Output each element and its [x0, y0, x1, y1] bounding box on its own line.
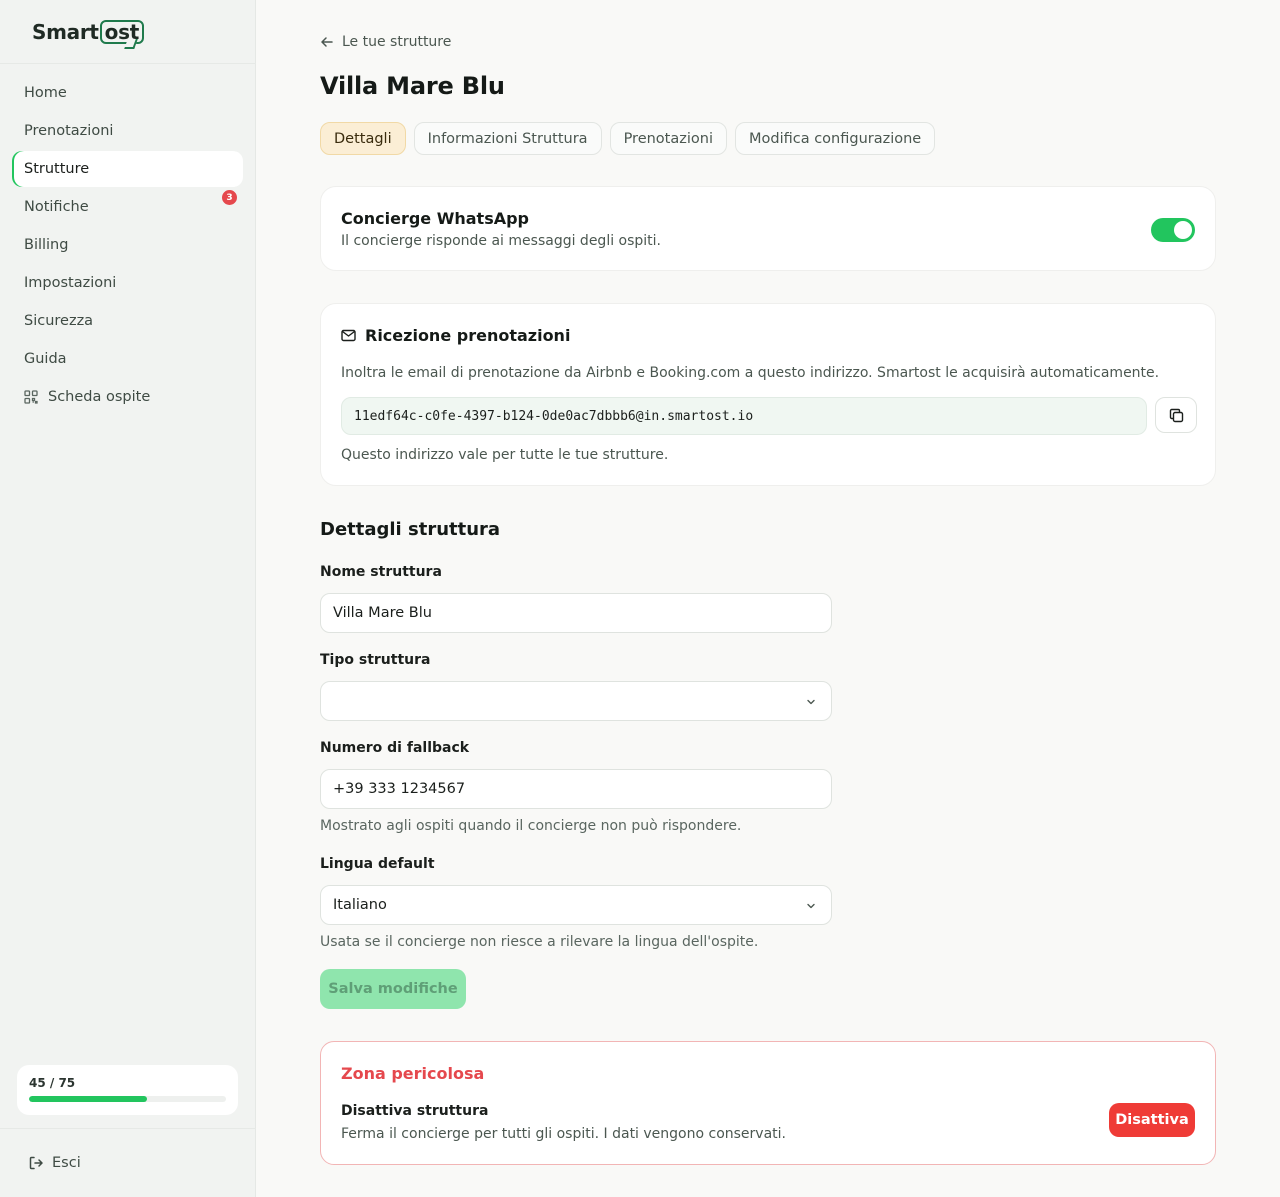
sidebar-item-label: Home — [24, 85, 67, 101]
fallback-field-label: Numero di fallback — [320, 740, 470, 756]
sidebar-item-impostazioni[interactable]: Impostazioni — [12, 265, 243, 301]
whatsapp-concierge-toggle[interactable] — [1151, 218, 1195, 242]
logo-bubble: ost — [99, 20, 144, 44]
language-field-label: Lingua default — [320, 856, 435, 872]
type-field-label: Tipo struttura — [320, 652, 431, 668]
sidebar-item-scheda-ospite[interactable]: Scheda ospite — [12, 379, 243, 415]
sidebar-item-label: Strutture — [24, 161, 90, 177]
whatsapp-card-title: Concierge WhatsApp — [341, 209, 530, 228]
usage-label: 45 / 75 — [29, 1076, 76, 1090]
toggle-knob — [1174, 221, 1192, 239]
logo-text-suffix: ost — [104, 20, 140, 44]
sidebar-item-notifiche[interactable]: Notifiche 3 — [12, 189, 243, 225]
logout-label: Esci — [52, 1155, 81, 1171]
sidebar-item-label: Scheda ospite — [48, 389, 151, 405]
booking-email-address[interactable]: 11edf64c-c0fe-4397-b124-0de0ac7dbbb6@in.… — [341, 397, 1147, 435]
chevron-down-icon — [807, 699, 815, 705]
whatsapp-card-subtitle: Il concierge risponde ai messaggi degli … — [341, 233, 662, 249]
tab-modifica-configurazione[interactable]: Modifica configurazione — [734, 122, 936, 155]
booking-email-description: Inoltra le email di prenotazione da Airb… — [341, 365, 1160, 381]
divider — [0, 1128, 256, 1129]
default-language-value: Italiano — [333, 897, 387, 913]
sidebar-item-strutture[interactable]: Strutture — [12, 151, 243, 187]
default-language-select[interactable]: Italiano — [320, 885, 832, 925]
usage-progress-track — [29, 1096, 226, 1102]
deactivate-button[interactable]: Disattiva — [1109, 1103, 1195, 1137]
tab-prenotazioni[interactable]: Prenotazioni — [609, 122, 727, 155]
sidebar: Smart ost Home Prenotazioni Strutture Not… — [0, 0, 256, 1197]
logout-icon — [29, 1156, 43, 1170]
logo[interactable]: Smart ost — [32, 18, 144, 46]
chevron-down-icon — [807, 903, 815, 909]
mail-icon — [341, 329, 356, 342]
copy-address-button[interactable] — [1155, 397, 1197, 433]
notification-count-badge: 3 — [222, 190, 237, 205]
sidebar-item-label: Notifiche — [24, 199, 89, 215]
name-field-label: Nome struttura — [320, 564, 442, 580]
sidebar-nav: Home Prenotazioni Strutture Notifiche 3 B… — [12, 75, 243, 417]
sidebar-item-label: Sicurezza — [24, 313, 94, 329]
divider — [0, 63, 256, 64]
qr-code-icon — [24, 390, 38, 404]
fallback-hint: Mostrato agli ospiti quando il concierge… — [320, 818, 742, 834]
usage-meter: 45 / 75 — [17, 1065, 238, 1115]
arrow-left-icon — [321, 37, 333, 47]
tab-dettagli[interactable]: Dettagli — [320, 122, 406, 155]
back-link[interactable]: Le tue strutture — [320, 32, 451, 52]
booking-email-title: Ricezione prenotazioni — [365, 326, 571, 345]
deactivate-title: Disattiva struttura — [341, 1103, 489, 1119]
booking-email-card: Ricezione prenotazioni Inoltra le email … — [320, 303, 1216, 486]
tab-bar: Dettagli Informazioni Struttura Prenotaz… — [320, 122, 936, 155]
tab-informazioni-struttura[interactable]: Informazioni Struttura — [413, 122, 602, 155]
fallback-number-input[interactable]: +39 333 1234567 — [320, 769, 832, 809]
structure-type-select[interactable] — [320, 681, 832, 721]
sidebar-item-label: Billing — [24, 237, 69, 253]
copy-icon — [1169, 408, 1183, 422]
sidebar-item-guida[interactable]: Guida — [12, 341, 243, 377]
page-title: Villa Mare Blu — [320, 72, 505, 100]
logout-button[interactable]: Esci — [28, 1150, 81, 1176]
sidebar-item-prenotazioni[interactable]: Prenotazioni — [12, 113, 243, 149]
save-changes-button[interactable]: Salva modifiche — [320, 969, 466, 1009]
booking-email-header: Ricezione prenotazioni — [341, 326, 570, 345]
sidebar-item-label: Prenotazioni — [24, 123, 114, 139]
danger-zone-title: Zona pericolosa — [341, 1064, 485, 1083]
sidebar-item-home[interactable]: Home — [12, 75, 243, 111]
logo-text-prefix: Smart — [32, 20, 99, 44]
language-hint: Usata se il concierge non riesce a rilev… — [320, 934, 759, 950]
back-link-label: Le tue strutture — [342, 34, 452, 50]
booking-email-note: Questo indirizzo vale per tutte le tue s… — [341, 447, 669, 463]
sidebar-item-sicurezza[interactable]: Sicurezza — [12, 303, 243, 339]
sidebar-item-label: Impostazioni — [24, 275, 117, 291]
sidebar-item-label: Guida — [24, 351, 67, 367]
usage-progress-fill — [29, 1096, 148, 1102]
structure-name-input[interactable]: Villa Mare Blu — [320, 593, 832, 633]
details-section-title: Dettagli struttura — [320, 519, 501, 540]
whatsapp-concierge-card: Concierge WhatsApp Il concierge risponde… — [320, 186, 1216, 271]
danger-zone-card: Zona pericolosa Disattiva struttura Ferm… — [320, 1041, 1216, 1165]
deactivate-description: Ferma il concierge per tutti gli ospiti.… — [341, 1126, 786, 1142]
sidebar-item-billing[interactable]: Billing — [12, 227, 243, 263]
